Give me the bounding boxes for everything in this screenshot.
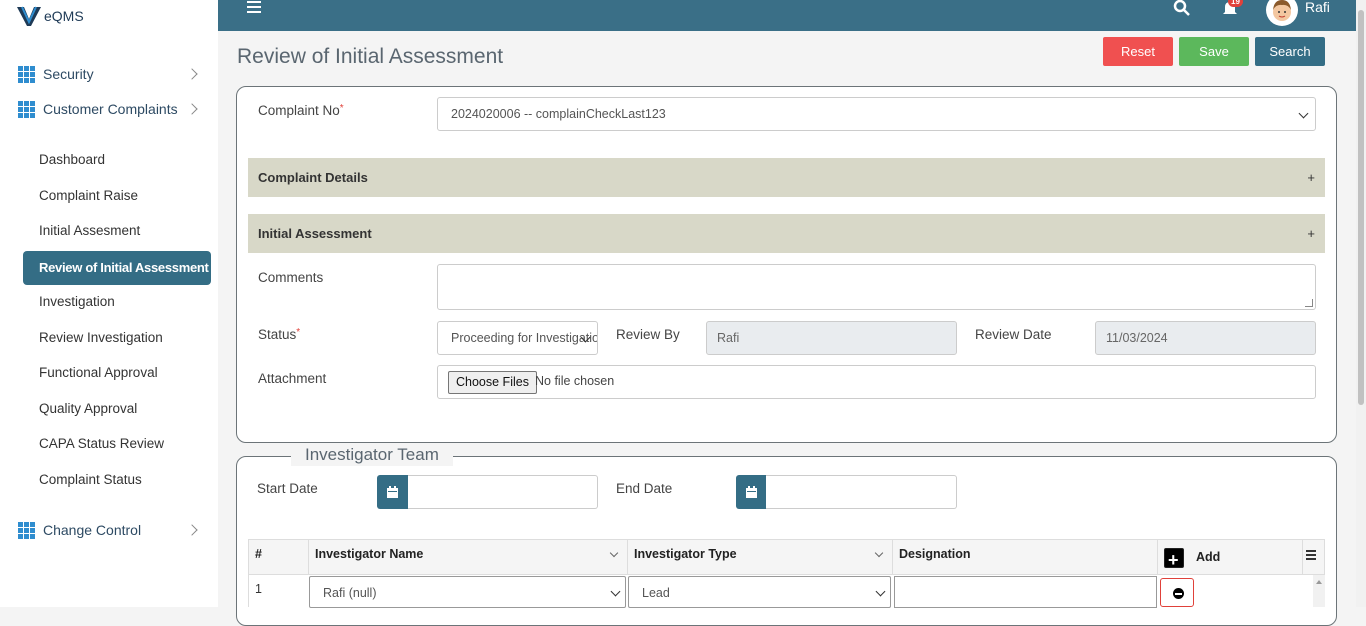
- col-header-number: #: [249, 540, 309, 574]
- investigator-team-legend: Investigator Team: [291, 444, 453, 466]
- sidebar-group-label: Security: [43, 66, 94, 82]
- row-number: 1: [255, 582, 262, 596]
- investigator-name-select[interactable]: Rafi (null): [309, 576, 626, 608]
- end-date-label: End Date: [616, 481, 673, 496]
- review-date-label: Review Date: [975, 327, 1052, 342]
- complaint-no-value: 2024020006 -- complainCheckLast123: [451, 107, 666, 121]
- sidebar-item-review-initial-assessment[interactable]: Review of Initial Assessment: [23, 251, 211, 285]
- table-row: 1 Rafi (null) Lead: [248, 575, 1325, 608]
- expand-icon[interactable]: +: [1307, 214, 1315, 253]
- notification-badge: 19: [1228, 0, 1243, 7]
- resize-grip-icon[interactable]: [1305, 299, 1313, 307]
- review-by-label: Review By: [616, 327, 680, 342]
- initial-assessment-title: Initial Assessment: [258, 226, 372, 241]
- sidebar: eQMS Security Customer Complaints Dashbo…: [0, 0, 218, 607]
- investigator-type-value: Lead: [642, 586, 670, 600]
- comments-textarea[interactable]: [437, 264, 1316, 310]
- sidebar-item-initial-assesment[interactable]: Initial Assesment: [39, 221, 140, 241]
- calendar-icon: [746, 486, 757, 498]
- initial-assessment-header[interactable]: Initial Assessment +: [248, 214, 1325, 253]
- chevron-right-icon: [186, 103, 198, 115]
- col-header-investigator-name[interactable]: Investigator Name: [309, 540, 628, 574]
- designation-input[interactable]: [894, 576, 1157, 608]
- remove-row-button[interactable]: [1160, 578, 1194, 607]
- apps-grid-icon: [18, 65, 35, 83]
- chevron-right-icon: [186, 68, 198, 80]
- chevron-down-icon: [875, 586, 886, 597]
- complaint-no-select[interactable]: 2024020006 -- complainCheckLast123: [437, 97, 1316, 131]
- hamburger-menu-icon[interactable]: [247, 1, 261, 13]
- review-by-field: Rafi: [706, 321, 957, 355]
- search-button[interactable]: Search: [1255, 37, 1325, 66]
- column-menu-icon[interactable]: [1306, 550, 1316, 562]
- grid-scrollbar[interactable]: [1313, 575, 1325, 607]
- col-header-add: Add: [1158, 540, 1303, 577]
- calendar-icon: [387, 486, 398, 498]
- sidebar-item-investigation[interactable]: Investigation: [39, 292, 115, 312]
- start-date-calendar-button[interactable]: [377, 475, 408, 509]
- no-file-text: No file chosen: [535, 374, 615, 388]
- chevron-down-icon[interactable]: [874, 548, 884, 558]
- status-select[interactable]: Proceeding for Investigation: [437, 321, 598, 355]
- user-name[interactable]: Rafi: [1305, 0, 1330, 15]
- reset-button[interactable]: Reset: [1103, 37, 1173, 66]
- expand-icon[interactable]: +: [1307, 158, 1315, 197]
- search-icon[interactable]: [1173, 0, 1191, 18]
- investigator-name-value: Rafi (null): [323, 586, 377, 600]
- sidebar-item-complaint-raise[interactable]: Complaint Raise: [39, 186, 138, 206]
- attachment-file-input[interactable]: Choose Files No file chosen: [437, 365, 1316, 399]
- complaint-no-label: Complaint No*: [258, 103, 344, 118]
- user-avatar[interactable]: [1266, 0, 1298, 26]
- chevron-down-icon[interactable]: [609, 548, 619, 558]
- add-label: Add: [1196, 550, 1221, 564]
- sidebar-group-customer-complaints[interactable]: Customer Complaints: [18, 99, 202, 119]
- sidebar-group-label: Change Control: [43, 522, 142, 538]
- sidebar-item-review-investigation[interactable]: Review Investigation: [39, 328, 163, 348]
- sidebar-group-security[interactable]: Security: [18, 64, 202, 84]
- end-date-calendar-button[interactable]: [736, 475, 767, 509]
- end-date-input[interactable]: [766, 475, 957, 509]
- complaint-details-title: Complaint Details: [258, 170, 368, 185]
- save-button[interactable]: Save: [1179, 37, 1249, 66]
- sidebar-group-label: Customer Complaints: [43, 101, 178, 117]
- app-name: eQMS: [44, 8, 84, 24]
- sidebar-item-quality-approval[interactable]: Quality Approval: [39, 399, 137, 419]
- start-date-input[interactable]: [408, 475, 598, 509]
- sidebar-item-functional-approval[interactable]: Functional Approval: [39, 363, 158, 383]
- chevron-down-icon: [610, 586, 621, 597]
- app-logo[interactable]: eQMS: [16, 4, 84, 28]
- review-date-field: 11/03/2024: [1095, 321, 1316, 355]
- choose-files-button[interactable]: Choose Files: [448, 371, 537, 394]
- investigator-grid-header: # Investigator Name Investigator Type De…: [248, 539, 1325, 577]
- status-label: Status*: [258, 327, 301, 342]
- sidebar-group-change-control[interactable]: Change Control: [18, 520, 202, 540]
- scrollbar-thumb[interactable]: [1358, 10, 1364, 405]
- sidebar-item-dashboard[interactable]: Dashboard: [39, 150, 105, 170]
- apps-grid-icon: [18, 521, 35, 539]
- status-value: Proceeding for Investigation: [451, 331, 598, 345]
- page-title: Review of Initial Assessment: [237, 45, 504, 68]
- chevron-right-icon: [186, 524, 198, 536]
- comments-label: Comments: [258, 270, 324, 285]
- start-date-label: Start Date: [257, 481, 318, 496]
- sidebar-item-capa-status-review[interactable]: CAPA Status Review: [39, 434, 164, 454]
- attachment-label: Attachment: [258, 371, 327, 386]
- eqms-logo-icon: [17, 6, 41, 26]
- page-scrollbar[interactable]: [1356, 0, 1366, 607]
- chevron-down-icon: [1298, 108, 1309, 119]
- sidebar-item-complaint-status[interactable]: Complaint Status: [39, 470, 142, 490]
- apps-grid-icon: [18, 100, 35, 118]
- top-navbar: 19 Rafi: [218, 0, 1366, 31]
- complaint-details-header[interactable]: Complaint Details +: [248, 158, 1325, 197]
- add-row-icon[interactable]: [1164, 543, 1184, 577]
- investigator-type-select[interactable]: Lead: [628, 576, 891, 608]
- col-header-investigator-type[interactable]: Investigator Type: [628, 540, 893, 574]
- col-header-designation: Designation: [893, 540, 1158, 574]
